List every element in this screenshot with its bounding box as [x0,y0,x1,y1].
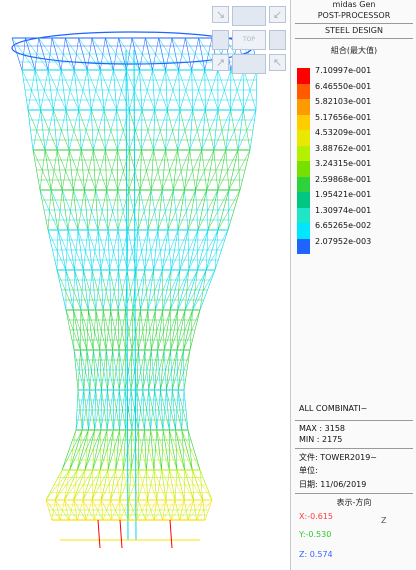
divider [295,38,413,39]
legend-value: 6.65265e-002 [315,221,372,230]
legend-value: 3.24315e-001 [315,159,372,168]
divider [295,420,413,421]
date-label: 日期: 11/06/2019 [299,480,367,489]
legend-swatch [297,114,310,130]
view-cube-corner-ne[interactable]: ↙ [269,6,286,23]
legend-value: 5.82103e-001 [315,97,372,106]
max-element: MAX : 3158 [299,424,345,433]
view-cube-corner-se[interactable]: ↖ [269,54,286,71]
view-direction-x: X:-0.615 [299,512,333,521]
legend-swatch [297,176,310,192]
divider [295,448,413,449]
frame-member [119,519,123,549]
legend-value: 7.10997e-001 [315,66,372,75]
axis-z-label: Z [381,516,387,525]
view-direction-title: 表示-方向 [336,498,372,507]
legend-swatch [297,83,310,99]
view-cube-face-left[interactable] [212,30,229,50]
legend-value: 5.17656e-001 [315,112,372,122]
result-type-label: 組合(最大值) [330,46,378,55]
view-direction-y: Y:-0.530 [299,530,332,539]
processor-mode: POST-PROCESSOR [317,11,391,20]
view-cube-face-top[interactable]: TOP [232,30,266,50]
combination-name: ALL COMBINATI~ [299,404,368,413]
legend-value: 1.95421e-001 [315,190,372,199]
legend-swatch [297,192,310,208]
model-viewport[interactable]: ↘ ↙ TOP ↗ ↖ [0,0,290,570]
legend-swatch [297,207,310,223]
legend-swatch [297,99,310,115]
result-panel: midas Gen POST-PROCESSOR STEEL DESIGN 組合… [290,0,416,570]
view-cube-face-front[interactable] [232,54,266,74]
tower-wireframe-model [11,31,258,549]
legend-value: 6.46550e-001 [315,81,372,91]
legend-swatch [297,161,310,177]
view-cube-face-right[interactable] [269,30,286,50]
design-type: STEEL DESIGN [325,26,383,35]
legend-value: 2.59868e-001 [315,174,372,184]
unit-label: 单位: [299,466,318,475]
steel-design-ratio-mesh [11,31,258,549]
view-direction-z: Z: 0.574 [299,550,333,559]
file-name: 文件: TOWER2019~ [299,453,378,462]
divider [295,493,413,494]
min-element: MIN : 2175 [299,435,343,444]
legend-swatch [297,238,310,254]
frame-member [97,519,101,549]
view-cube-face-back[interactable] [232,6,266,26]
contour-legend-bar [297,68,311,254]
view-cube-corner-sw[interactable]: ↗ [212,54,229,71]
legend-value: 4.53209e-001 [315,128,372,137]
app-name: midas Gen [332,0,376,9]
legend-value: 2.07952e-003 [315,236,372,246]
legend-swatch [297,223,310,239]
frame-member [169,519,173,549]
legend-value: 1.30974e-001 [315,205,372,215]
legend-value: 3.88762e-001 [315,143,372,153]
view-cube[interactable]: ↘ ↙ TOP ↗ ↖ [212,6,288,76]
legend-swatch [297,130,310,146]
legend-swatch [297,145,310,161]
legend-swatch [297,68,310,84]
view-cube-corner-nw[interactable]: ↘ [212,6,229,23]
divider [295,23,413,24]
